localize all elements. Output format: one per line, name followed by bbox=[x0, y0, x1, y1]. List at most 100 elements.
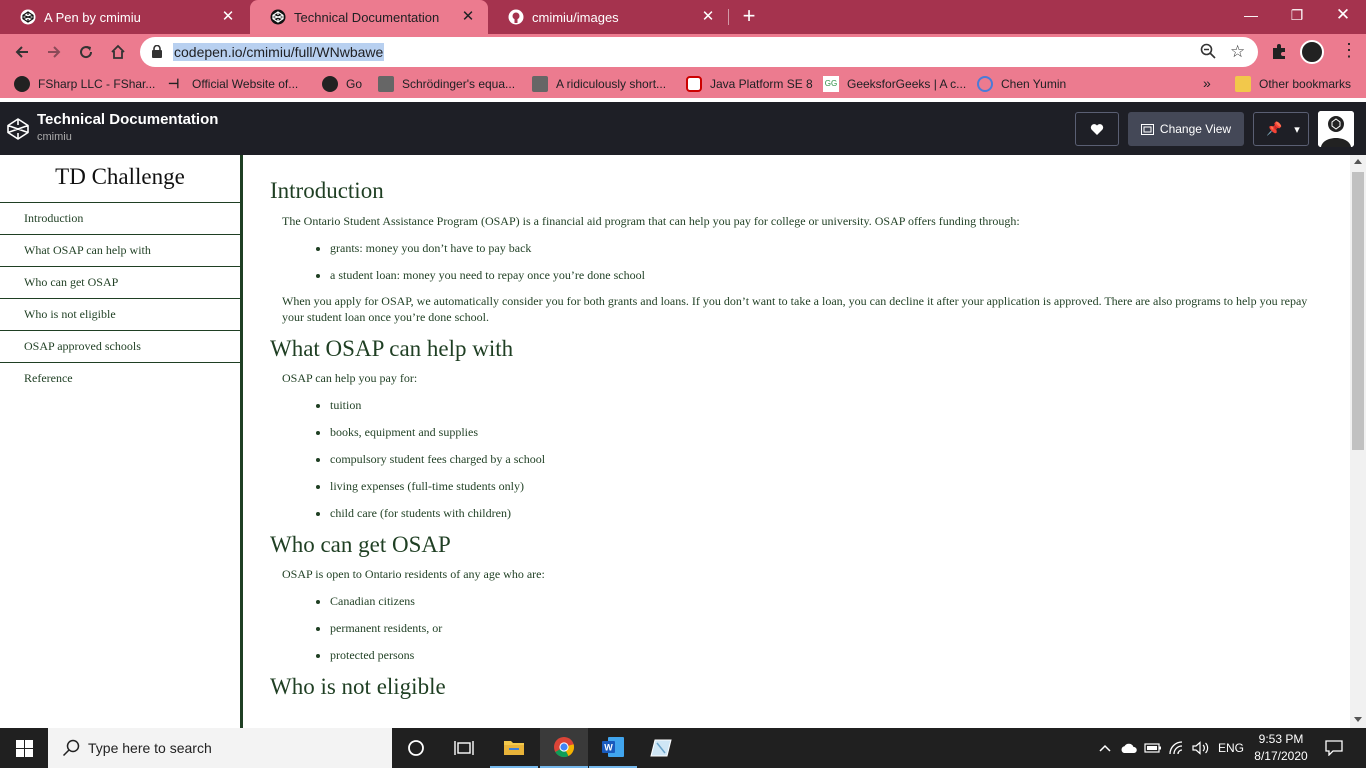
zoom-icon[interactable] bbox=[1200, 43, 1216, 64]
section-list: Canadian citizens permanent residents, o… bbox=[270, 593, 1350, 663]
section-who-can-get-osap: Who can get OSAP OSAP is open to Ontario… bbox=[270, 532, 1350, 663]
scroll-down-arrow-icon[interactable] bbox=[1354, 717, 1362, 722]
home-button[interactable] bbox=[104, 38, 132, 66]
section-list: grants: money you don’t have to pay back… bbox=[270, 240, 1350, 283]
word-icon: W bbox=[602, 737, 624, 757]
bookmark-item[interactable]: Java Platform SE 8 bbox=[686, 76, 813, 92]
task-view-button[interactable] bbox=[440, 728, 488, 768]
back-arrow-icon bbox=[15, 46, 28, 58]
lock-icon bbox=[152, 44, 162, 63]
address-bar[interactable]: codepen.io/cmimiu/full/WNwbawe ☆ bbox=[140, 37, 1258, 67]
clock-time: 9:53 PM bbox=[1258, 732, 1304, 746]
list-item: living expenses (full-time students only… bbox=[330, 478, 1350, 494]
love-button[interactable] bbox=[1075, 112, 1119, 146]
bookmarks-bar: FSharp LLC - FShar... ⊣ Official Website… bbox=[0, 70, 1366, 98]
bookmark-star-icon[interactable]: ☆ bbox=[1230, 42, 1245, 62]
close-icon[interactable]: ✕ bbox=[460, 9, 476, 25]
new-tab-button[interactable]: + bbox=[736, 4, 762, 30]
bookmark-label: Java Platform SE 8 bbox=[710, 77, 813, 91]
volume-icon[interactable] bbox=[1190, 728, 1212, 768]
tab-cmimiu-images[interactable]: cmimiu/images ✕ bbox=[488, 0, 728, 34]
word-button[interactable]: W bbox=[589, 728, 637, 768]
nav-link-introduction[interactable]: Introduction bbox=[0, 203, 240, 235]
nav-link-who-is-not-eligible[interactable]: Who is not eligible bbox=[0, 299, 240, 331]
nav-link-who-can-get-osap[interactable]: Who can get OSAP bbox=[0, 267, 240, 299]
snipping-tool-button[interactable] bbox=[637, 728, 685, 768]
start-button[interactable] bbox=[0, 728, 48, 768]
folder-icon bbox=[1235, 76, 1251, 92]
input-language[interactable]: ENG bbox=[1214, 728, 1248, 768]
reload-icon bbox=[80, 46, 93, 59]
extensions-puzzle-icon[interactable] bbox=[1270, 42, 1288, 65]
user-avatar[interactable] bbox=[1318, 111, 1354, 147]
change-view-button[interactable]: Change View bbox=[1128, 112, 1244, 146]
browser-tabstrip: A Pen by cmimiu ✕ Technical Documentatio… bbox=[0, 0, 1366, 34]
chrome-button[interactable] bbox=[540, 728, 588, 768]
bookmark-label: A ridiculously short... bbox=[556, 77, 667, 91]
nav-link-reference[interactable]: Reference bbox=[0, 363, 240, 395]
bookmark-item[interactable]: GG GeeksforGeeks | A c... bbox=[823, 76, 966, 92]
cortana-button[interactable] bbox=[392, 728, 440, 768]
clock[interactable]: 9:53 PM 8/17/2020 bbox=[1250, 731, 1312, 765]
restore-button[interactable]: ❐ bbox=[1274, 0, 1320, 30]
codepen-logo-icon[interactable] bbox=[6, 117, 30, 146]
scrollbar-thumb[interactable] bbox=[1352, 172, 1364, 450]
file-explorer-button[interactable] bbox=[490, 728, 538, 768]
task-view-icon bbox=[454, 741, 474, 755]
bookmark-item[interactable]: Go bbox=[322, 76, 362, 92]
pen-author[interactable]: cmimiu bbox=[37, 131, 72, 143]
chevron-down-icon[interactable]: ▾ bbox=[1294, 123, 1300, 136]
list-item: permanent residents, or bbox=[330, 620, 1350, 636]
onedrive-cloud-icon[interactable] bbox=[1118, 728, 1140, 768]
section-introduction: Introduction The Ontario Student Assista… bbox=[270, 155, 1350, 325]
bookmark-item[interactable]: A ridiculously short... bbox=[532, 76, 666, 92]
close-window-button[interactable]: ✕ bbox=[1320, 0, 1366, 30]
browser-toolbar: codepen.io/cmimiu/full/WNwbawe ☆ ⋮ bbox=[0, 34, 1366, 70]
page-scrollbar[interactable] bbox=[1350, 155, 1366, 728]
pin-button[interactable]: 📌 ▾ bbox=[1253, 112, 1309, 146]
list-item: child care (for students with children) bbox=[330, 505, 1350, 521]
scroll-up-arrow-icon[interactable] bbox=[1354, 159, 1362, 164]
battery-icon[interactable] bbox=[1142, 728, 1164, 768]
list-item: compulsory student fees charged by a sch… bbox=[330, 451, 1350, 467]
wifi-icon[interactable] bbox=[1166, 728, 1188, 768]
bookmark-item[interactable]: Chen Yumin bbox=[977, 76, 1066, 92]
forward-button[interactable] bbox=[40, 38, 68, 66]
codepen-icon bbox=[20, 9, 36, 25]
main-doc: Introduction The Ontario Student Assista… bbox=[245, 155, 1350, 728]
bookmark-item[interactable]: FSharp LLC - FShar... bbox=[14, 76, 155, 92]
other-bookmarks[interactable]: Other bookmarks bbox=[1235, 76, 1351, 92]
tab-title: A Pen by cmimiu bbox=[44, 9, 141, 25]
close-icon[interactable]: ✕ bbox=[700, 9, 716, 25]
nav-link-what-osap-can-help-with[interactable]: What OSAP can help with bbox=[0, 235, 240, 267]
bookmark-item[interactable]: ⊣ Official Website of... bbox=[168, 76, 298, 92]
tab-title: cmimiu/images bbox=[532, 9, 619, 25]
url-text[interactable]: codepen.io/cmimiu/full/WNwbawe bbox=[173, 43, 385, 61]
show-hidden-icons-chevron-up-icon[interactable] bbox=[1096, 728, 1114, 768]
close-icon[interactable]: ✕ bbox=[220, 9, 236, 25]
minimize-button[interactable]: — bbox=[1228, 0, 1274, 30]
taskbar-search[interactable]: Type here to search bbox=[48, 728, 392, 768]
folder-icon bbox=[504, 741, 524, 755]
tab-a-pen[interactable]: A Pen by cmimiu ✕ bbox=[0, 0, 248, 34]
list-item: protected persons bbox=[330, 647, 1350, 663]
nav-link-osap-approved-schools[interactable]: OSAP approved schools bbox=[0, 331, 240, 363]
list-item: books, equipment and supplies bbox=[330, 424, 1350, 440]
list-item: a student loan: money you need to repay … bbox=[330, 267, 1350, 283]
bookmark-label: Schrödinger's equa... bbox=[402, 77, 516, 91]
notifications-button[interactable] bbox=[1320, 728, 1348, 768]
reload-button[interactable] bbox=[72, 38, 100, 66]
github-icon bbox=[508, 9, 524, 25]
tab-divider bbox=[728, 9, 729, 25]
navbar: TD Challenge Introduction What OSAP can … bbox=[0, 155, 243, 728]
tab-technical-documentation[interactable]: Technical Documentation ✕ bbox=[250, 0, 488, 34]
list-item: grants: money you don’t have to pay back bbox=[330, 240, 1350, 256]
browser-menu-icon[interactable]: ⋮ bbox=[1340, 40, 1358, 60]
bookmarks-overflow-icon[interactable]: » bbox=[1203, 75, 1211, 91]
profile-avatar[interactable] bbox=[1300, 40, 1324, 64]
tab-title: Technical Documentation bbox=[294, 9, 440, 25]
back-button[interactable] bbox=[8, 38, 36, 66]
section-title: Who can get OSAP bbox=[270, 532, 451, 557]
bookmark-item[interactable]: Schrödinger's equa... bbox=[378, 76, 515, 92]
clock-date: 8/17/2020 bbox=[1254, 749, 1308, 763]
